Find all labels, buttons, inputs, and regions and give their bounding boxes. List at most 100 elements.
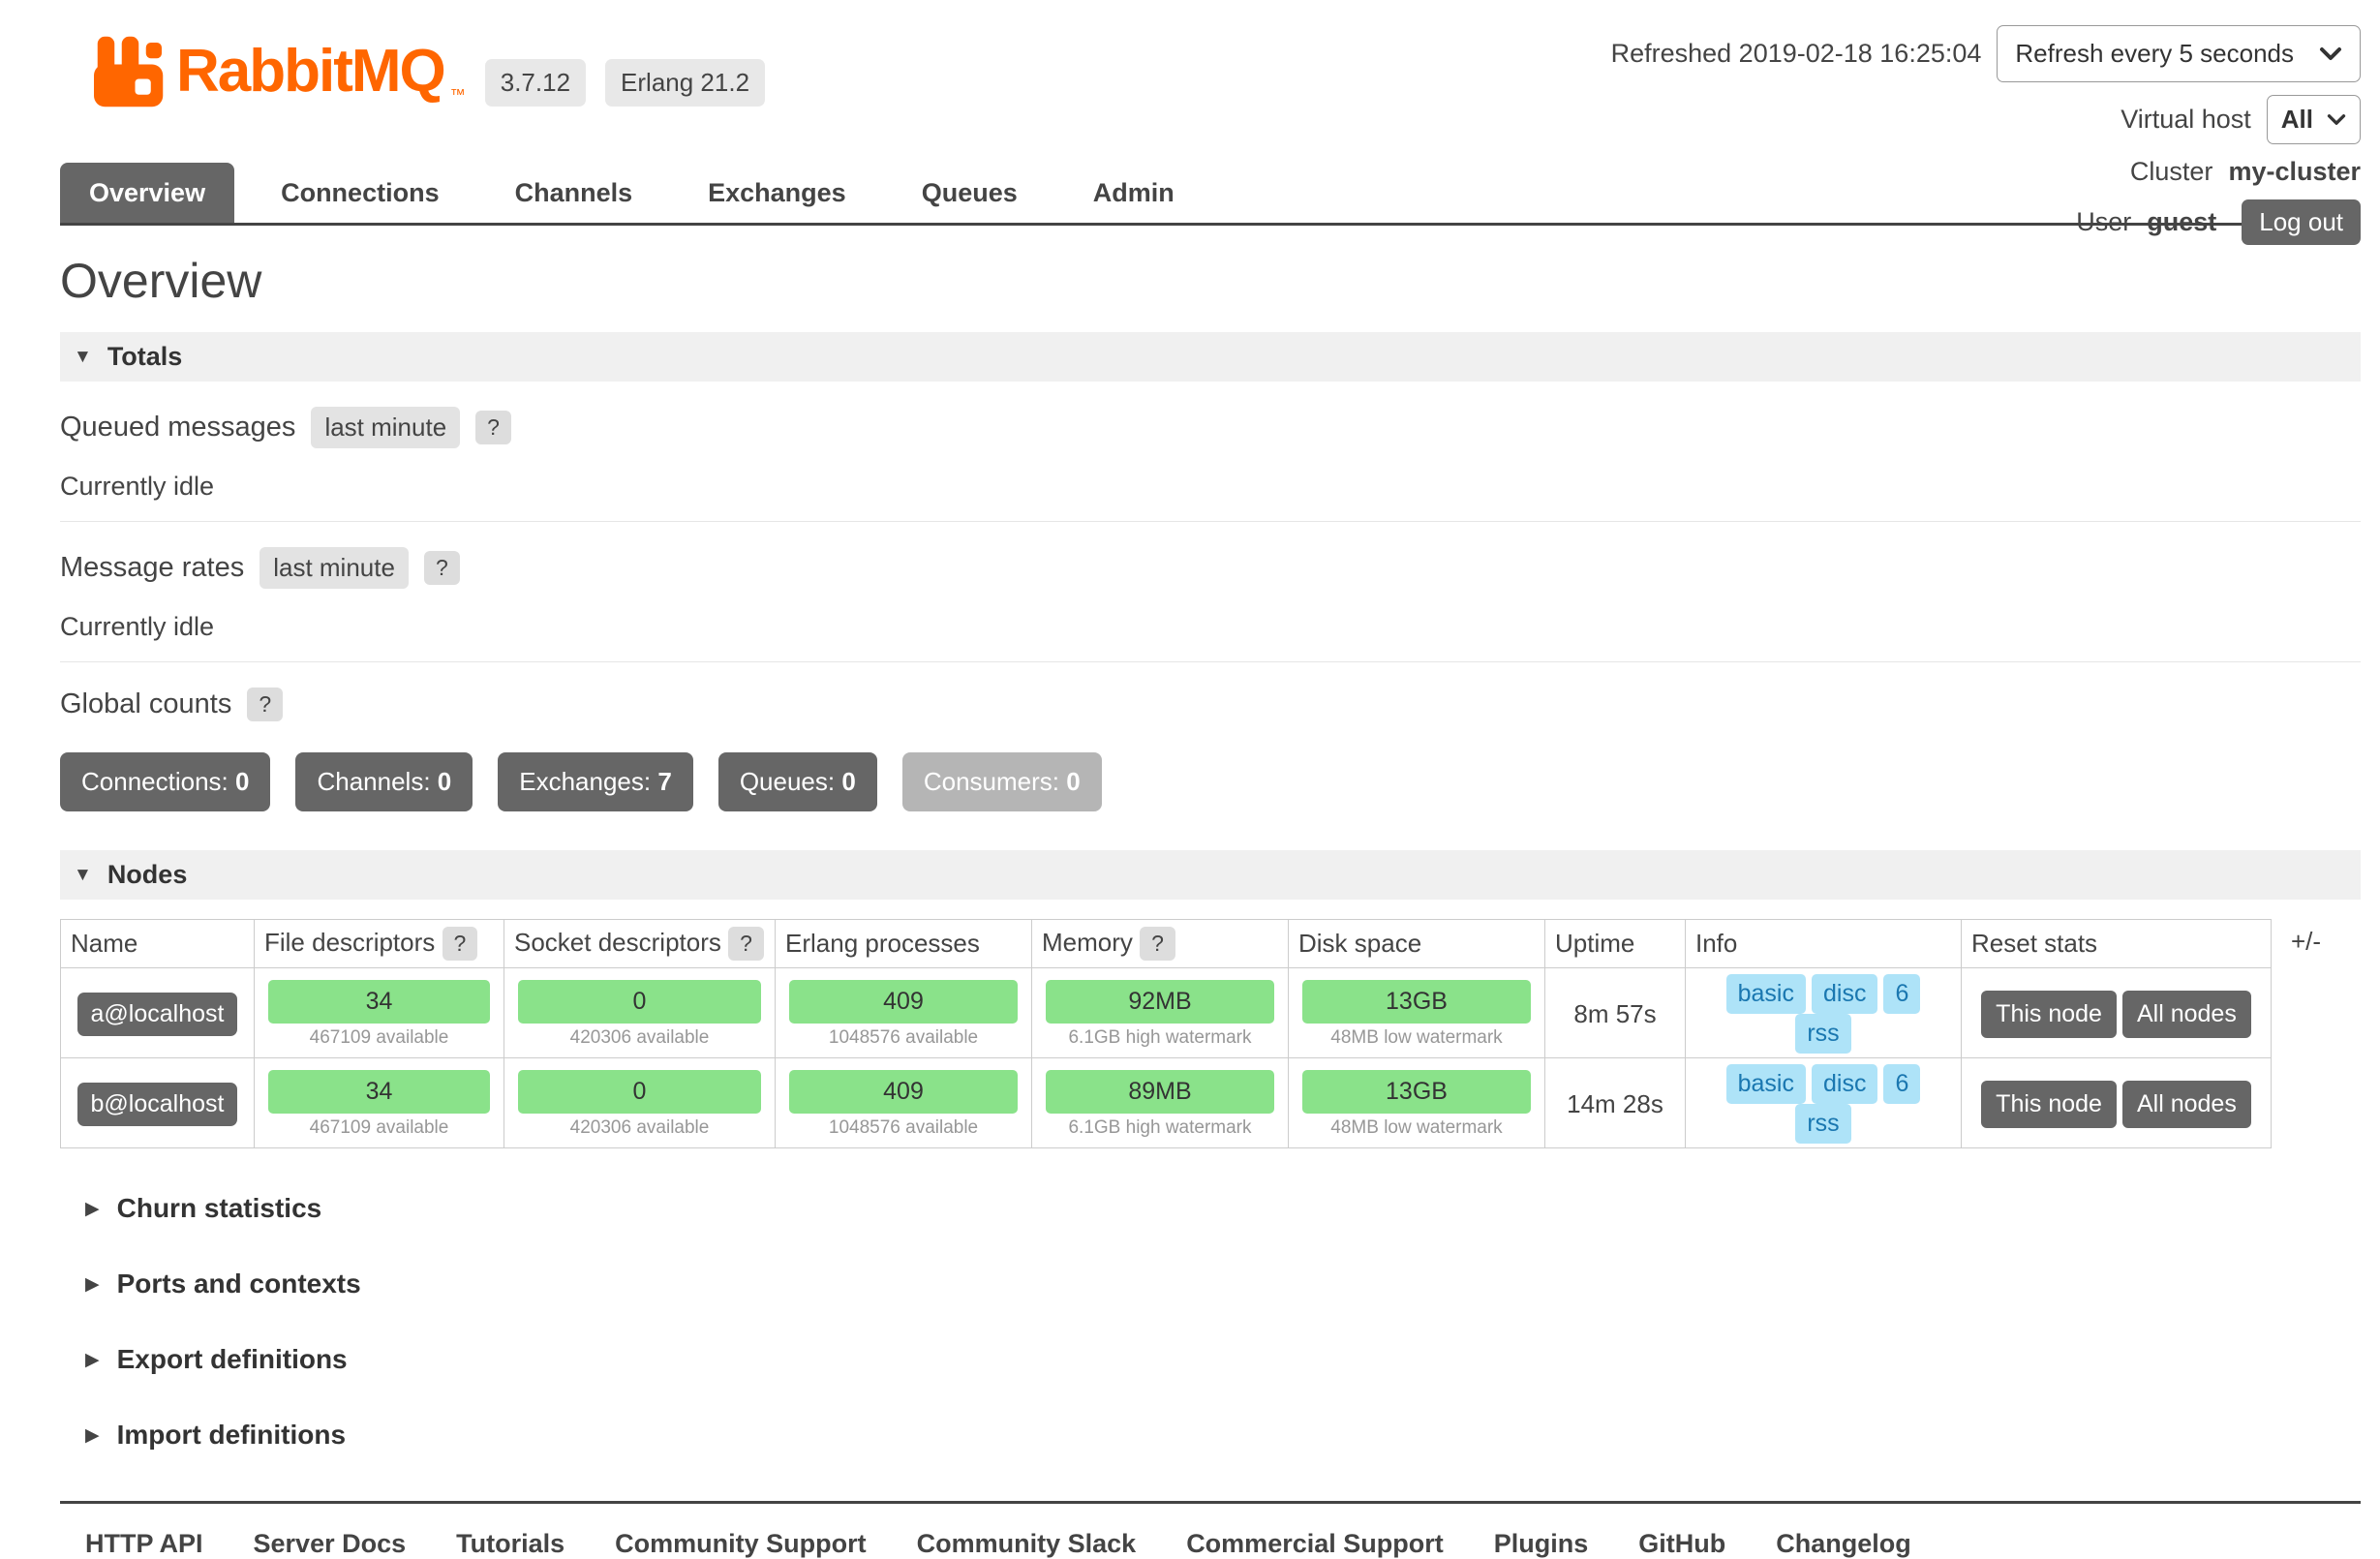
triangle-down-icon: ▼ [74, 348, 92, 366]
memory-watermark: 6.1GB high watermark [1040, 1027, 1280, 1049]
uptime-cell: 14m 28s [1545, 1058, 1686, 1148]
footer-link-community-support[interactable]: Community Support [615, 1529, 866, 1559]
count-label: Channels: [317, 767, 430, 796]
col-erlang-processes: Erlang processes [776, 920, 1032, 968]
connections-count-badge: Connections: 0 [60, 752, 270, 811]
triangle-right-icon: ▶ [85, 1200, 100, 1218]
section-title: Import definitions [117, 1420, 346, 1451]
socket-descriptors-cell: 0 420306 available [504, 968, 776, 1058]
erlang-processes-cell: 409 1048576 available [776, 1058, 1032, 1148]
col-label: File descriptors [264, 928, 435, 957]
node-row-b: b@localhost 34 467109 available 0 420306… [61, 1058, 2272, 1148]
col-label: Reset stats [1971, 929, 2097, 958]
socket-descriptors-cell: 0 420306 available [504, 1058, 776, 1148]
count-value: 0 [438, 767, 451, 796]
col-reset-stats: Reset stats [1962, 920, 2272, 968]
count-label: Connections: [81, 767, 229, 796]
erlang-processes-available: 1048576 available [783, 1117, 1023, 1139]
disk-space-watermark: 48MB low watermark [1297, 1117, 1537, 1139]
file-descriptors-cell: 34 467109 available [255, 1058, 504, 1148]
footer-link-github[interactable]: GitHub [1638, 1529, 1725, 1559]
queued-range-badge[interactable]: last minute [311, 407, 460, 448]
global-counts-label: Global counts [60, 688, 231, 720]
file-descriptors-help-badge[interactable]: ? [442, 927, 478, 961]
footer-link-community-slack[interactable]: Community Slack [917, 1529, 1137, 1559]
info-cell: basicdisc6rss [1686, 1058, 1962, 1148]
global-counts-row: Connections: 0 Channels: 0 Exchanges: 7 … [60, 752, 2361, 811]
rabbitmq-logo: RabbitMQ ™ [85, 33, 466, 110]
reset-this-node-button[interactable]: This node [1981, 1081, 2117, 1128]
queued-idle-text: Currently idle [60, 472, 2361, 502]
export-definitions-section-toggle[interactable]: ▶ Export definitions [60, 1344, 2361, 1375]
node-name-badge: b@localhost [77, 1083, 238, 1126]
queued-messages-label: Queued messages [60, 412, 295, 443]
triangle-right-icon: ▶ [85, 1426, 100, 1445]
tab-connections[interactable]: Connections [252, 163, 469, 223]
disk-space-cell: 13GB 48MB low watermark [1289, 968, 1545, 1058]
reset-stats-cell: This nodeAll nodes [1962, 1058, 2272, 1148]
nodes-section-toggle[interactable]: ▼ Nodes [60, 850, 2361, 900]
socket-descriptors-help-badge[interactable]: ? [728, 927, 764, 961]
reset-this-node-button[interactable]: This node [1981, 991, 2117, 1038]
section-title: Ports and contexts [117, 1269, 361, 1299]
column-selector-toggle[interactable]: +/- [2291, 927, 2321, 957]
footer-link-commercial-support[interactable]: Commercial Support [1186, 1529, 1444, 1559]
channels-count-badge: Channels: 0 [295, 752, 473, 811]
info-badge-stats-level: 6 [1883, 974, 1920, 1014]
footer-link-server-docs[interactable]: Server Docs [254, 1529, 407, 1559]
nodes-table-wrap: Name File descriptors ? Socket descripto… [60, 919, 2361, 1148]
tab-channels[interactable]: Channels [486, 163, 662, 223]
socket-descriptors-bar: 0 [518, 980, 761, 1024]
ports-and-contexts-section-toggle[interactable]: ▶ Ports and contexts [60, 1269, 2361, 1299]
col-socket-descriptors: Socket descriptors ? [504, 920, 776, 968]
import-definitions-section-toggle[interactable]: ▶ Import definitions [60, 1420, 2361, 1451]
col-info: Info [1686, 920, 1962, 968]
chevron-down-icon [2319, 46, 2342, 61]
reset-all-nodes-button[interactable]: All nodes [2122, 1081, 2251, 1128]
churn-statistics-section-toggle[interactable]: ▶ Churn statistics [60, 1193, 2361, 1224]
memory-watermark: 6.1GB high watermark [1040, 1117, 1280, 1139]
count-label: Exchanges: [519, 767, 651, 796]
erlang-processes-bar: 409 [789, 1070, 1018, 1114]
node-name-cell: a@localhost [61, 968, 255, 1058]
header: RabbitMQ ™ 3.7.12 Erlang 21.2 Refreshed … [60, 0, 2361, 226]
socket-descriptors-bar: 0 [518, 1070, 761, 1114]
vhost-row: Virtual host All [2121, 95, 2361, 144]
vhost-value: All [2281, 105, 2313, 135]
user-name: guest [2147, 207, 2216, 237]
global-counts-help-badge[interactable]: ? [247, 688, 283, 721]
refresh-interval-value: Refresh every 5 seconds [2015, 39, 2294, 69]
totals-section-toggle[interactable]: ▼ Totals [60, 332, 2361, 382]
footer-link-http-api[interactable]: HTTP API [85, 1529, 203, 1559]
rabbitmq-logo-icon [85, 33, 170, 110]
rates-range-badge[interactable]: last minute [259, 547, 409, 589]
vhost-select[interactable]: All [2267, 95, 2361, 144]
message-rates-subsection: Message rates last minute ? Currently id… [60, 547, 2361, 662]
refresh-row: Refreshed 2019-02-18 16:25:04 Refresh ev… [1611, 25, 2361, 82]
exchanges-count-badge: Exchanges: 7 [498, 752, 693, 811]
rates-help-badge[interactable]: ? [424, 551, 460, 585]
node-name-badge: a@localhost [77, 993, 238, 1036]
col-file-descriptors: File descriptors ? [255, 920, 504, 968]
tab-exchanges[interactable]: Exchanges [679, 163, 875, 223]
queued-help-badge[interactable]: ? [475, 411, 511, 444]
tab-admin[interactable]: Admin [1064, 163, 1204, 223]
file-descriptors-available: 467109 available [262, 1117, 496, 1139]
queues-count-badge: Queues: 0 [718, 752, 877, 811]
footer-link-tutorials[interactable]: Tutorials [456, 1529, 564, 1559]
refresh-interval-select[interactable]: Refresh every 5 seconds [1997, 25, 2361, 82]
footer-link-changelog[interactable]: Changelog [1776, 1529, 1911, 1559]
col-label: Info [1695, 929, 1737, 958]
tab-overview[interactable]: Overview [60, 163, 234, 223]
nodes-section-title: Nodes [107, 860, 188, 890]
col-name: Name [61, 920, 255, 968]
reset-all-nodes-button[interactable]: All nodes [2122, 991, 2251, 1038]
logout-button[interactable]: Log out [2242, 199, 2361, 245]
page-title: Overview [60, 253, 2361, 309]
vhost-label: Virtual host [2121, 105, 2251, 135]
count-value: 0 [841, 767, 855, 796]
socket-descriptors-available: 420306 available [512, 1027, 767, 1049]
memory-help-badge[interactable]: ? [1140, 927, 1175, 961]
footer-link-plugins[interactable]: Plugins [1494, 1529, 1589, 1559]
tab-queues[interactable]: Queues [893, 163, 1047, 223]
